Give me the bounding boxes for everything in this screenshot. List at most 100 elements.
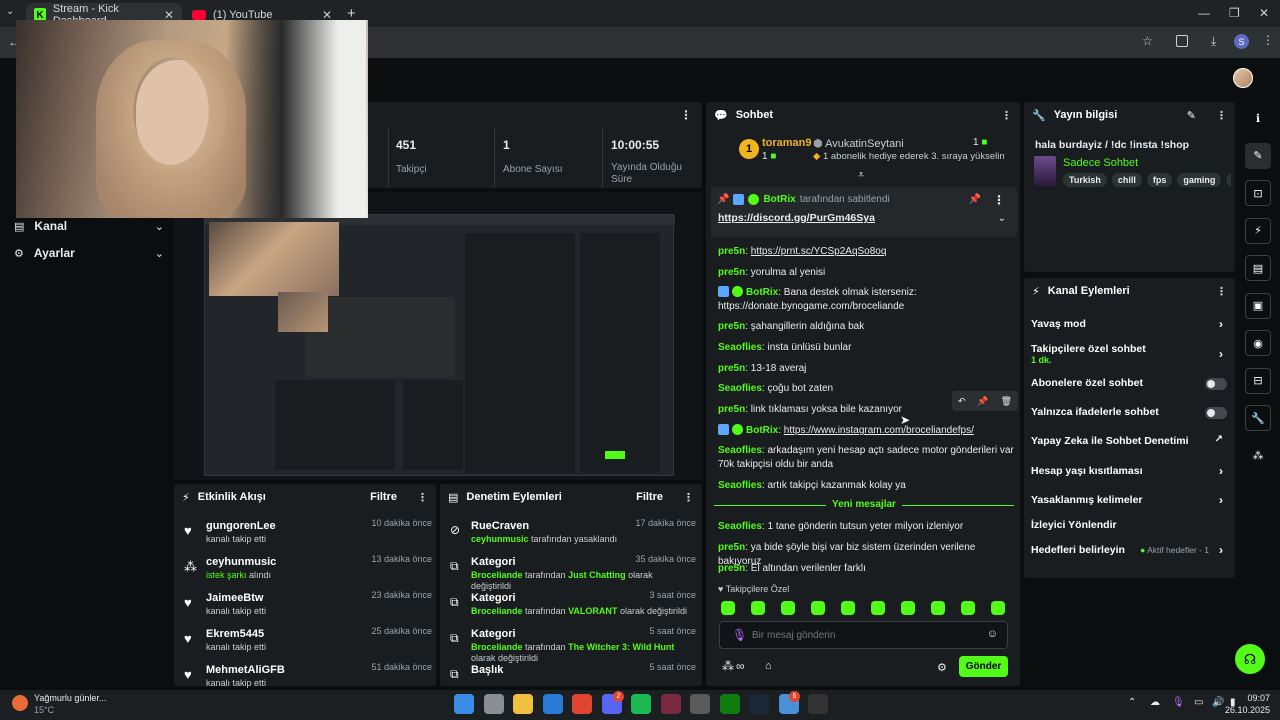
stream-info-menu-icon[interactable]: ⋮ [1216, 109, 1227, 122]
channel-action-item[interactable]: Abonelere özel sohbet [1031, 377, 1231, 397]
channel-action-item[interactable]: Yapay Zeka ile Sohbet Denetimi ↗ [1031, 434, 1231, 455]
pinned-discord-link[interactable]: https://discord.gg/PurGm46Sya [718, 212, 875, 224]
chat-username[interactable]: pre5n [718, 563, 745, 574]
start-icon[interactable] [454, 694, 474, 714]
edit-icon[interactable]: ✎ [1187, 109, 1196, 122]
chat-username[interactable]: BotRix [746, 425, 778, 436]
user-avatar[interactable] [1233, 68, 1253, 88]
moderation-item[interactable]: ⧉ Kategori Broceliande tarafından VALORANT… [444, 590, 696, 624]
app-icon[interactable] [660, 694, 681, 714]
toggle-switch[interactable] [1205, 378, 1227, 390]
channel-action-item[interactable]: Yasaklanmış kelimeler › [1031, 493, 1231, 514]
chrome-icon[interactable] [572, 694, 592, 714]
channel-action-item[interactable]: Hedefleri belirleyin ● Aktif hedefler - 1… [1031, 543, 1231, 564]
points-icon[interactable]: ⁂ [1245, 443, 1271, 469]
channel-action-item[interactable]: Hesap yaşı kısıtlaması › [1031, 464, 1231, 485]
emote-icon[interactable] [931, 601, 945, 615]
chat-message[interactable]: pre5n: https://prnt.sc/YCSp2AqSo8oq [718, 245, 1018, 259]
mic-tray-icon[interactable]: 🎙 [1172, 697, 1185, 708]
spotify-icon[interactable] [631, 694, 651, 714]
weather-text[interactable]: Yağmurlu günler... [34, 693, 106, 703]
emote-icon[interactable] [871, 601, 885, 615]
store-icon[interactable]: ⌂ [765, 660, 772, 672]
chat-username[interactable]: Seaoflies [718, 521, 762, 532]
chevron-down-icon[interactable]: ⌄ [998, 213, 1006, 224]
chat-username[interactable]: pre5n [718, 404, 745, 415]
chat-menu-icon[interactable]: ⋮ [1001, 109, 1012, 122]
xbox-icon[interactable] [719, 694, 740, 714]
top-gifter-name[interactable]: toraman9 [762, 137, 812, 149]
microphone-icon[interactable]: 🎙 [732, 628, 747, 642]
send-button[interactable]: Gönder [959, 656, 1008, 677]
delete-icon[interactable]: 🗑 [1001, 396, 1012, 407]
toggle-switch[interactable] [1205, 407, 1227, 419]
sidebar-item-ayarlar[interactable]: ⚙ Ayarlar ⌄ [14, 246, 164, 260]
chat-message[interactable]: Seaoflies: artık takipçi kazanmak kolay … [718, 479, 1018, 493]
chat-message[interactable]: pre5n: yorulma al yenisi [718, 266, 1018, 280]
chat-message[interactable]: Seaoflies: arkadaşım yeni hesap açtı sad… [718, 444, 1018, 472]
activity-item[interactable]: ♥ Ekrem5445 kanalı takip etti 25 dakika önc… [180, 626, 432, 660]
chat-username[interactable]: pre5n [718, 321, 745, 332]
bookmark-star-icon[interactable]: ☆ [1142, 34, 1153, 48]
extensions-icon[interactable] [1176, 35, 1188, 47]
moderation-item[interactable]: ⧉ Kategori Broceliande tarafından Just Cha… [444, 554, 696, 591]
stats-menu-icon[interactable]: ⋮ [680, 108, 692, 122]
sidebar-item-kanal[interactable]: ▤ Kanal ⌄ [14, 219, 164, 233]
chat-username[interactable]: Seaoflies [718, 342, 762, 353]
emoji-icon[interactable]: ☺ [987, 628, 998, 640]
moderation-item[interactable]: ⧉ Kategori Broceliande tarafından The Witc… [444, 626, 696, 663]
chat-message[interactable]: pre5n: şahangillerin aldığına bak [718, 320, 1018, 334]
tag[interactable]: Turkish [1063, 173, 1107, 187]
clock-date[interactable]: 26.10.2025 [1200, 705, 1270, 715]
chat-link[interactable]: https://prnt.sc/YCSp2AqSo8oq [751, 246, 887, 257]
chat-username[interactable]: BotRix [746, 287, 778, 298]
activity-menu-icon[interactable]: ⋮ [417, 491, 428, 504]
tray-chevron-icon[interactable]: ⌃ [1128, 697, 1136, 708]
minimize-icon[interactable]: — [1198, 6, 1210, 20]
category-name[interactable]: Sadece Sohbet [1063, 157, 1138, 169]
activity-item[interactable]: ♥ JaimeeBtw kanalı takip etti 23 dakika önc… [180, 590, 432, 624]
bolt-icon[interactable]: ⚡ [1245, 217, 1271, 244]
chat-link[interactable]: https://www.instagram.com/broceliandefps… [784, 425, 974, 436]
tag[interactable]: va [1226, 173, 1231, 187]
chat-username[interactable]: pre5n [718, 267, 745, 278]
points-button[interactable]: ⁂ ∞ [722, 659, 745, 673]
emote-icon[interactable] [721, 601, 735, 615]
tag[interactable]: fps [1146, 173, 1173, 187]
task-view-icon[interactable] [483, 694, 504, 714]
browser-menu-icon[interactable]: ⋮ [1262, 33, 1274, 47]
chat-message[interactable]: BotRix: https://www.instagram.com/brocel… [718, 424, 1018, 438]
restore-icon[interactable]: ❐ [1229, 6, 1240, 20]
moderation-filter-button[interactable]: Filtre [636, 491, 663, 503]
moderation-item[interactable]: ⊘ RueCraven ceyhunmusic tarafından yasakla… [444, 518, 696, 552]
unpin-icon[interactable]: 📌 [969, 194, 981, 205]
cloud-icon[interactable]: ☁ [1150, 697, 1160, 708]
chat-bubble-icon[interactable]: ▣ [1245, 292, 1271, 319]
scan-icon[interactable]: ⊡ [1245, 180, 1271, 206]
edit-icon[interactable]: ✎ [1245, 142, 1271, 169]
chat-message[interactable]: pre5n: 13-18 averaj [718, 362, 1018, 376]
support-headset-icon[interactable]: ☊ [1235, 644, 1265, 674]
chat-message[interactable]: Seaoflies: 1 tane gönderin tutsun yeter … [718, 520, 1018, 534]
clock-time[interactable]: 09:07 [1200, 693, 1270, 703]
chat-settings-gear-icon[interactable]: ⚙ [937, 661, 947, 674]
stream-preview[interactable] [174, 192, 702, 480]
download-icon[interactable]: ⤓ [1211, 34, 1216, 49]
chat-username[interactable]: pre5n [718, 246, 745, 257]
channel-action-item[interactable]: Takipçilere özel sohbet 1 dk. › [1031, 343, 1231, 365]
emote-icon[interactable] [781, 601, 795, 615]
profile-avatar[interactable]: S [1234, 34, 1249, 49]
chat-message[interactable]: pre5n: El altından verilenler farklı [718, 562, 1018, 576]
emote-icon[interactable] [901, 601, 915, 615]
emote-icon[interactable] [811, 601, 825, 615]
layout-icon[interactable]: ⊟ [1245, 367, 1271, 394]
activity-filter-button[interactable]: Filtre [370, 491, 397, 503]
chat-username[interactable]: Seaoflies [718, 480, 762, 491]
chat-input-box[interactable]: 🎙 ☺ [719, 621, 1008, 649]
moderation-menu-icon[interactable]: ⋮ [683, 491, 694, 504]
app-icon[interactable] [690, 694, 710, 714]
chat-input[interactable] [752, 626, 972, 644]
emote-icon[interactable] [841, 601, 855, 615]
emote-icon[interactable] [991, 601, 1005, 615]
tag[interactable]: gaming [1177, 173, 1222, 187]
